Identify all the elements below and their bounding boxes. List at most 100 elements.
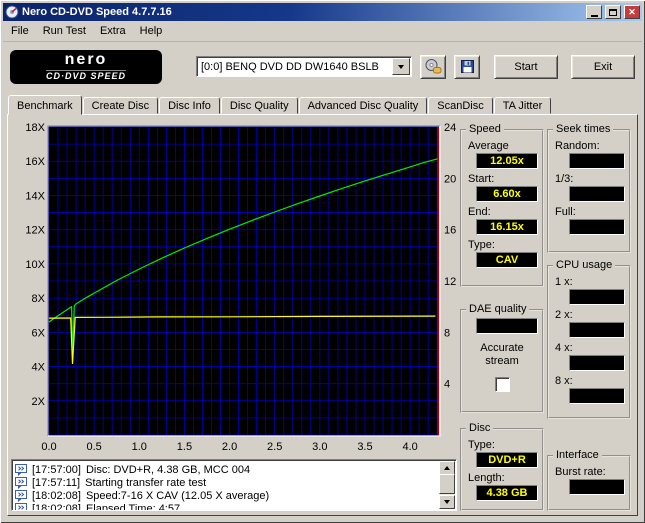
drive-select-combobox[interactable]: [0:0] BENQ DVD DD DW1640 BSLB [196,56,412,77]
cpu-usage-group: CPU usage 1 x: 2 x: 4 x: 8 x: [547,259,631,419]
svg-text:1.0: 1.0 [132,441,147,451]
scroll-down-button[interactable] [439,495,455,509]
tab-scandisc[interactable]: ScanDisc [428,97,493,114]
svg-text:4X: 4X [32,362,46,374]
accurate-stream-checkbox[interactable] [494,377,510,392]
tab-strip: Benchmark Create Disc Disc Info Disc Qua… [3,94,642,115]
log-info-icon [15,489,27,502]
svg-text:10X: 10X [25,259,45,271]
log-scrollbar[interactable] [439,461,455,509]
cpu-4x-display [569,355,625,371]
interface-group: Interface Burst rate: [547,449,631,511]
save-icon [460,60,474,73]
minimize-icon [590,14,598,17]
svg-text:2X: 2X [32,396,46,408]
menu-extra[interactable]: Extra [93,23,133,39]
svg-text:20: 20 [444,173,456,185]
seek-third-display [569,186,625,202]
tab-advanced-disc-quality[interactable]: Advanced Disc Quality [298,97,428,114]
close-button[interactable]: ✕ [624,5,640,19]
exit-button[interactable]: Exit [571,54,635,79]
app-window: Nero CD-DVD Speed 4.7.7.16 ✕ File Run Te… [0,0,645,523]
cpu-usage-caption: CPU usage [553,259,616,271]
svg-text:8X: 8X [32,293,46,305]
seek-times-group: Seek times Random: 1/3: Full: [547,123,631,253]
log-text: Starting transfer rate test [85,476,207,489]
menu-bar: File Run Test Extra Help [3,21,642,42]
burst-rate-display [569,479,625,495]
end-label: End: [468,206,491,218]
log-time: [17:57:00] [32,463,81,476]
seek-random-display [569,153,625,169]
cpu-1x-display [569,289,625,305]
start-button[interactable]: Start [494,54,558,79]
svg-text:4.0: 4.0 [402,441,417,451]
dae-quality-display [476,318,538,334]
log-info-icon [15,476,27,489]
minimize-button[interactable] [586,5,602,19]
tab-benchmark[interactable]: Benchmark [8,95,82,115]
speed-type-label: Type: [468,239,495,251]
interface-caption: Interface [553,449,602,461]
svg-text:1.5: 1.5 [177,441,192,451]
tab-ta-jitter[interactable]: TA Jitter [493,97,552,114]
average-label: Average [468,140,509,152]
arrow-down-icon [444,500,450,504]
drive-select-value: [0:0] BENQ DVD DD DW1640 BSLB [201,60,379,73]
tab-create-disc[interactable]: Create Disc [82,97,159,114]
scroll-up-button[interactable] [439,461,455,475]
seek-full-label: Full: [555,206,576,218]
disc-caption: Disc [466,422,494,434]
menu-help[interactable]: Help [133,23,170,39]
svg-text:0.0: 0.0 [41,441,56,451]
log-row[interactable]: [18:02:08] Speed:7-16 X CAV (12.05 X ave… [15,489,437,502]
log-listbox[interactable]: [17:57:00] Disc: DVD+R, 4.38 GB, MCC 004… [11,459,457,511]
logo-product-text: CD·DVD SPEED [45,70,126,81]
seek-full-display [569,219,625,235]
titlebar[interactable]: Nero CD-DVD Speed 4.7.7.16 ✕ [3,3,642,21]
end-speed-display: 16.15x [476,219,538,235]
tab-disc-quality[interactable]: Disc Quality [220,97,298,114]
disc-length-display: 4.38 GB [476,485,538,501]
save-results-button[interactable] [454,54,480,79]
menu-run-test[interactable]: Run Test [36,23,93,39]
benchmark-chart: 2X 4X 6X 8X 10X 12X 14X 16X 18X 4 8 12 16 20 24 0.0 0.5 1… [11,121,457,453]
speed-type-display: CAV [476,252,538,268]
maximize-button[interactable] [605,5,621,19]
svg-text:14X: 14X [25,190,45,202]
svg-text:2.0: 2.0 [222,441,237,451]
disc-length-label: Length: [468,472,505,484]
speed-group: Speed Average 12.05x Start: 6.60x End: 1… [460,123,544,287]
menu-file[interactable]: File [4,23,36,39]
log-row[interactable]: [18:02:08] Elapsed Time: 4:57 [15,502,437,511]
seek-times-caption: Seek times [553,123,614,135]
speed-caption: Speed [466,123,504,135]
log-row[interactable]: [17:57:00] Disc: DVD+R, 4.38 GB, MCC 004 [15,463,437,476]
log-info-icon [15,463,27,476]
cpu-4x-label: 4 x: [555,342,573,354]
svg-text:3.0: 3.0 [312,441,327,451]
svg-text:8: 8 [444,327,450,339]
burst-rate-label: Burst rate: [555,466,606,478]
svg-text:12X: 12X [25,225,45,237]
log-row[interactable]: [17:57:11] Starting transfer rate test [15,476,437,489]
tab-disc-info[interactable]: Disc Info [159,97,220,114]
svg-text:2.5: 2.5 [267,441,282,451]
svg-text:24: 24 [444,122,456,134]
scrollbar-thumb[interactable] [439,474,455,494]
average-speed-display: 12.05x [476,153,538,169]
log-text: Speed:7-16 X CAV (12.05 X average) [85,489,270,502]
log-text: Elapsed Time: 4:57 [85,502,181,511]
seek-random-label: Random: [555,140,600,152]
svg-text:3.5: 3.5 [357,441,372,451]
start-label: Start: [468,173,495,185]
log-text: Disc: DVD+R, 4.38 GB, MCC 004 [85,463,251,476]
cpu-2x-label: 2 x: [555,309,573,321]
drive-select-dropdown-button[interactable] [392,58,410,75]
eject-disc-button[interactable] [420,54,446,79]
app-icon [5,5,19,19]
dae-quality-group: DAE quality Accurate stream [460,303,544,413]
close-icon: ✕ [628,6,636,17]
start-speed-display: 6.60x [476,186,538,202]
log-time: [18:02:08] [32,502,81,511]
